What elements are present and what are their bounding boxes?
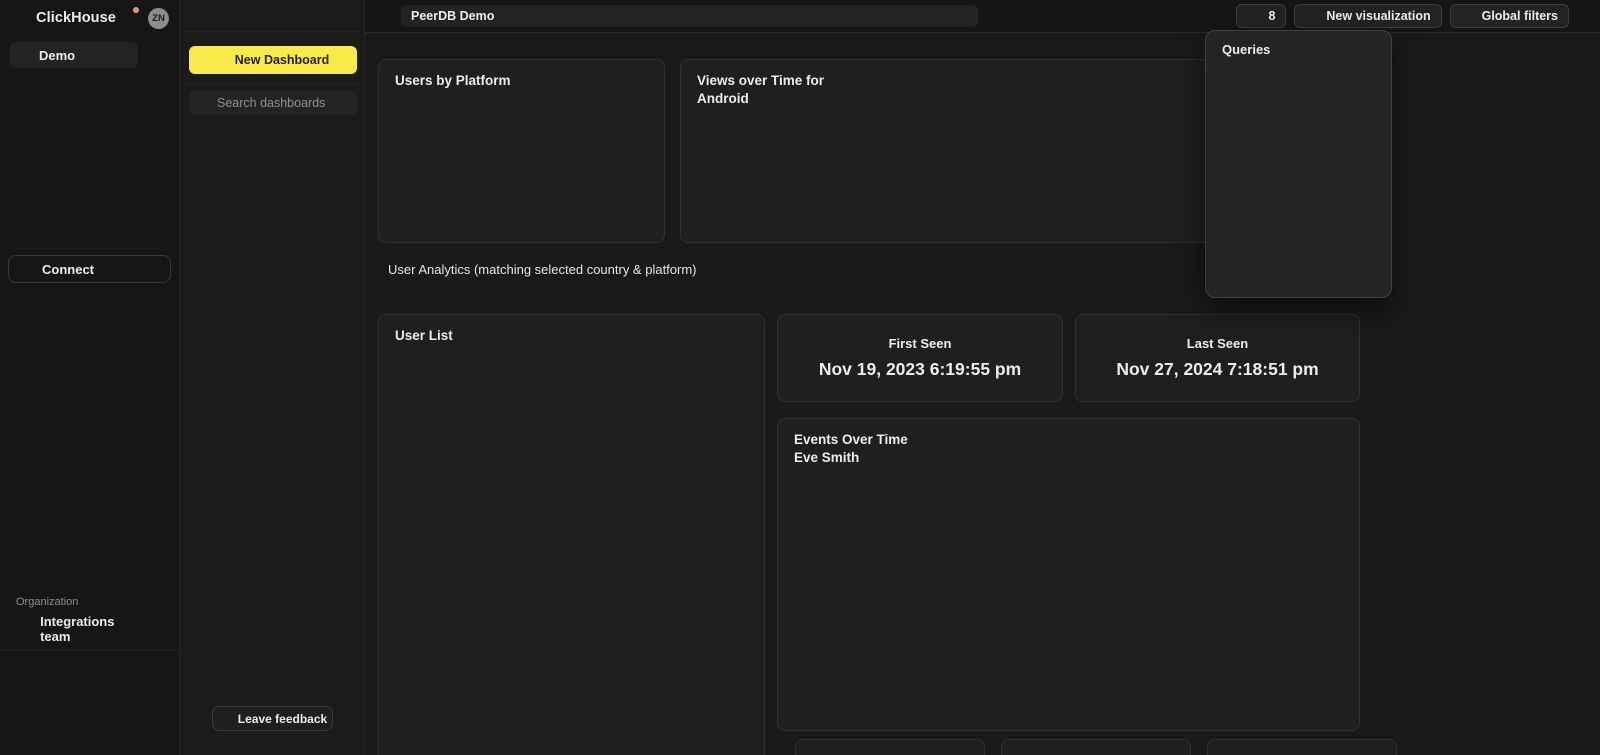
workspace-row: Demo — [10, 42, 171, 68]
dashboard-title-input[interactable] — [401, 5, 978, 27]
collapse-sidebar-icon[interactable] — [194, 9, 208, 23]
org-team-label: Integrations team — [40, 614, 142, 644]
events-chart-plot — [778, 419, 1359, 730]
sidebar-item-integrations-team[interactable]: Integrations team — [8, 616, 171, 642]
plus-icon — [1305, 9, 1319, 23]
organization-label: Organization — [16, 596, 78, 608]
global-filters-button[interactable]: Global filters — [1450, 4, 1569, 28]
dashboard-topbar: 8 New visualization Global filters — [365, 0, 1600, 32]
topbar-actions: 8 New visualization Global filters — [1236, 4, 1569, 28]
chevron-right-icon — [151, 623, 162, 635]
new-dashboard-button[interactable]: New Dashboard — [189, 46, 357, 74]
refresh-icon[interactable] — [338, 9, 352, 23]
leave-feedback-button[interactable]: Leave feedback — [212, 706, 333, 731]
dashboards-panel-header — [180, 0, 364, 32]
back-arrow-icon[interactable] — [378, 8, 394, 24]
first-seen-card: First Seen Nov 19, 2023 6:19:55 pm — [777, 314, 1063, 402]
service-icon — [18, 49, 31, 62]
sidebar: ClickHouse ZN Demo Connect Organization … — [0, 0, 180, 755]
main-area: 8 New visualization Global filters Users… — [365, 0, 1600, 755]
user-list-title: User List — [395, 327, 453, 345]
partial-card-3 — [1207, 739, 1397, 755]
workspace-name: Demo — [39, 48, 75, 63]
partial-card-2 — [1001, 739, 1191, 755]
sidebar-divider — [0, 650, 179, 651]
search-input[interactable] — [217, 96, 349, 110]
selector-caret-icon — [117, 49, 130, 62]
new-visualization-label: New visualization — [1326, 9, 1430, 23]
app-title: ClickHouse — [36, 10, 116, 26]
first-seen-value: Nov 19, 2023 6:19:55 pm — [819, 359, 1021, 380]
users-by-platform-title: Users by Platform — [395, 72, 511, 90]
panel-divider — [180, 84, 364, 85]
connect-button[interactable]: Connect — [8, 255, 171, 283]
partial-card-1 — [795, 739, 985, 755]
filter-icon — [1461, 9, 1475, 23]
dashboard-canvas: Users by Platform Views over Time for An… — [365, 32, 1600, 755]
last-seen-value: Nov 27, 2024 7:18:51 pm — [1116, 359, 1318, 380]
first-seen-label: First Seen — [889, 336, 952, 351]
terminal-icon — [1247, 9, 1261, 23]
workspace-selector[interactable]: Demo — [10, 42, 138, 68]
connect-label: Connect — [42, 262, 94, 277]
new-visualization-button[interactable]: New visualization — [1294, 4, 1441, 28]
leave-feedback-label: Leave feedback — [238, 712, 327, 726]
notifications-bell-icon[interactable] — [120, 9, 138, 27]
app-root: ClickHouse ZN Demo Connect Organization … — [0, 0, 1600, 755]
team-icon — [17, 622, 31, 637]
dashboard-search — [189, 90, 357, 115]
connect-icon — [18, 262, 33, 277]
queries-popover: Queries — [1205, 30, 1392, 298]
queries-title: Queries — [1206, 42, 1391, 63]
new-dashboard-label: New Dashboard — [235, 53, 329, 67]
last-seen-card: Last Seen Nov 27, 2024 7:18:51 pm — [1075, 314, 1360, 402]
user-list-card: User List — [378, 314, 765, 755]
queries-count-button[interactable]: 8 — [1236, 4, 1286, 28]
last-seen-label: Last Seen — [1187, 336, 1248, 351]
events-over-time-card: Events Over Time Eve Smith — [777, 418, 1360, 731]
queries-count: 8 — [1268, 9, 1275, 23]
global-filters-label: Global filters — [1482, 9, 1558, 23]
sidebar-header: ClickHouse ZN — [0, 0, 179, 36]
clickhouse-logo-icon — [12, 9, 30, 27]
add-service-button[interactable] — [151, 45, 171, 65]
users-by-platform-card: Users by Platform — [378, 59, 665, 243]
user-analytics-label: User Analytics (matching selected countr… — [388, 262, 697, 277]
search-icon — [197, 96, 210, 109]
avatar[interactable]: ZN — [148, 8, 169, 29]
notification-dot — [133, 7, 139, 13]
dashboards-panel: New Dashboard Leave feedback — [180, 0, 365, 755]
plus-icon — [217, 54, 229, 66]
feedback-chat-icon — [218, 712, 231, 725]
